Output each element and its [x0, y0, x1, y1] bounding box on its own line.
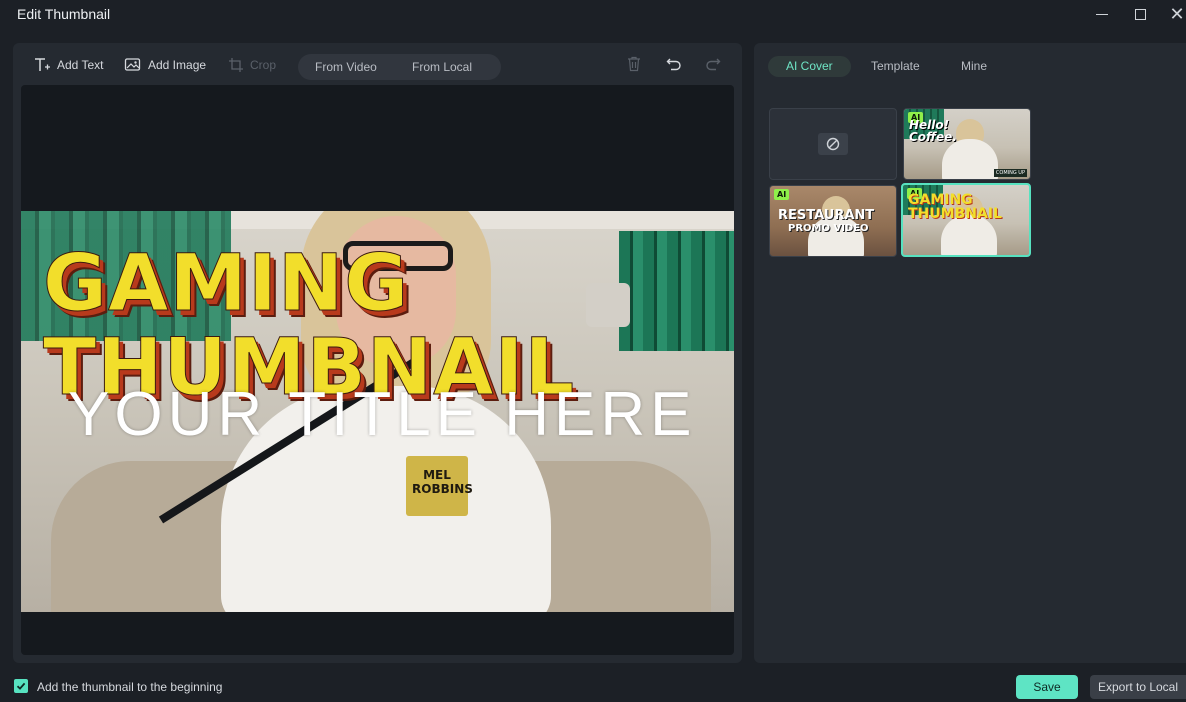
tab-ai-cover[interactable]: AI Cover [768, 56, 851, 77]
thumbnail-option-none[interactable] [769, 108, 897, 180]
microphone-tag: MEL ROBBINS [406, 456, 473, 516]
crop-label: Crop [250, 58, 277, 72]
add-image-icon [124, 58, 141, 71]
add-text-icon [35, 58, 50, 71]
from-local-button[interactable]: From Local [412, 60, 472, 74]
cover-panel: AI Cover Template Mine AI Hello! Coffee.… [754, 43, 1186, 663]
thumbnail-label: Hello! Coffee. [909, 118, 957, 144]
delete-button[interactable] [627, 56, 641, 77]
thumbnail-option-hello-coffee[interactable]: AI Hello! Coffee. COMING UP [903, 108, 1031, 180]
undo-button[interactable] [666, 56, 682, 77]
maximize-icon [1134, 8, 1146, 20]
maximize-button[interactable] [1125, 2, 1155, 26]
crop-button[interactable]: Crop [228, 57, 276, 73]
minimize-icon [1096, 13, 1108, 15]
add-to-beginning-checkbox[interactable] [14, 679, 28, 693]
window-title: Edit Thumbnail [17, 6, 111, 22]
add-to-beginning-label: Add the thumbnail to the beginning [37, 680, 223, 694]
editor-toolbar: Add Text Add Image Crop From Video From … [13, 43, 742, 87]
thumbnail-footer: COMING UP [993, 169, 1027, 177]
decor-pot [586, 283, 630, 327]
thumbnail-preview[interactable]: MEL ROBBINS GAMING THUMBNAIL YOUR TITLE … [21, 211, 734, 612]
crop-icon [229, 58, 243, 72]
thumbnail-canvas[interactable]: MEL ROBBINS GAMING THUMBNAIL YOUR TITLE … [21, 85, 734, 655]
close-icon: ✕ [1169, 3, 1185, 24]
export-to-local-button[interactable]: Export to Local [1090, 675, 1186, 699]
source-segment: From Video From Local [298, 54, 501, 80]
ai-badge: AI [774, 189, 790, 200]
from-video-button[interactable]: From Video [315, 60, 377, 74]
add-image-label: Add Image [148, 58, 207, 72]
close-button[interactable]: ✕ [1162, 2, 1186, 26]
trash-icon [628, 56, 640, 72]
checkmark-icon [16, 682, 26, 690]
thumbnail-option-gaming[interactable]: AI GAMING THUMBNAIL [901, 183, 1031, 257]
add-text-label: Add Text [57, 58, 104, 72]
title-bar: Edit Thumbnail ✕ [0, 0, 1186, 30]
no-cover-icon [818, 133, 848, 155]
redo-button[interactable] [705, 56, 721, 77]
redo-icon [706, 58, 721, 71]
editor-panel: Add Text Add Image Crop From Video From … [13, 43, 742, 663]
thumbnail-sublabel: PROMO VIDEO [788, 223, 869, 234]
add-image-button[interactable]: Add Image [124, 57, 206, 73]
undo-icon [666, 58, 681, 71]
microphone-tag-text: MEL ROBBINS [412, 468, 473, 496]
bookshelf-right [619, 231, 734, 351]
tab-mine[interactable]: Mine [943, 56, 1005, 77]
headline-gaming[interactable]: GAMING [42, 239, 409, 330]
title-text-placeholder[interactable]: YOUR TITLE HERE [68, 379, 697, 450]
thumbnail-label: RESTAURANT [778, 208, 875, 223]
save-button[interactable]: Save [1016, 675, 1078, 699]
add-text-button[interactable]: Add Text [33, 57, 103, 73]
thumbnail-label: GAMING THUMBNAIL [908, 192, 1002, 222]
thumbnail-person-body [942, 139, 998, 179]
minimize-button[interactable] [1087, 2, 1117, 26]
thumbnail-option-restaurant[interactable]: AI RESTAURANT PROMO VIDEO [769, 185, 897, 257]
tab-template[interactable]: Template [853, 56, 938, 77]
